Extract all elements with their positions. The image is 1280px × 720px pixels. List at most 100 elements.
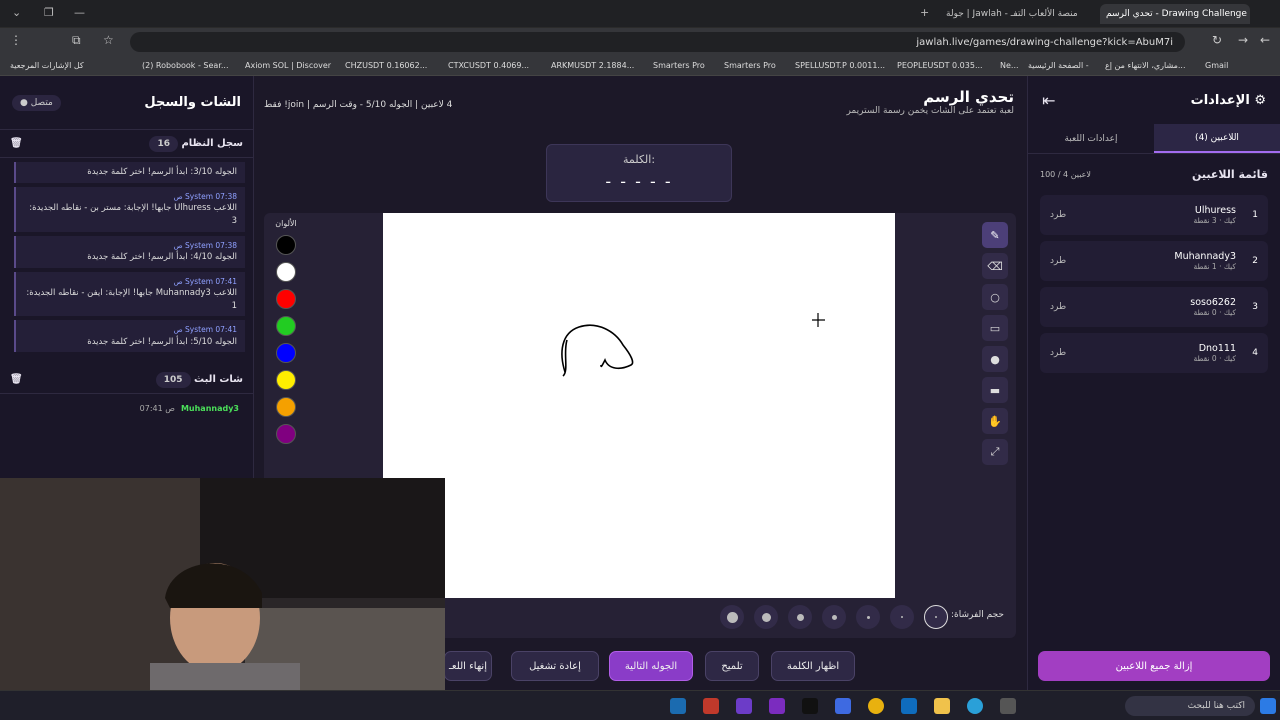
mail-icon[interactable] — [901, 698, 917, 714]
taskbar-search[interactable]: اكتب هنا للبحث — [1125, 696, 1255, 716]
app-icon[interactable] — [1000, 698, 1016, 714]
kick-button[interactable]: طرد — [1050, 210, 1066, 220]
trash-icon[interactable]: 🗑 — [10, 138, 23, 149]
app-icon[interactable] — [769, 698, 785, 714]
minimize-icon[interactable]: — — [74, 6, 85, 19]
address-bar-row: ⋮ ⧉ ☆ jawlah.live/games/drawing-challeng… — [0, 28, 1280, 56]
edge-icon[interactable] — [967, 698, 983, 714]
kick-button[interactable]: طرد — [1050, 348, 1066, 358]
color-swatch-black[interactable] — [276, 235, 296, 255]
bookmark[interactable]: PEOPLEUSDT 0.035... — [897, 61, 983, 70]
color-swatch-red[interactable] — [276, 289, 296, 309]
log-message: System 07:41 ص الجوله 5/10: ابدأ الرسم! ا… — [14, 320, 245, 353]
bookmark[interactable]: كل الإشارات المرجعية — [10, 61, 84, 70]
app-icon[interactable] — [835, 698, 851, 714]
restart-button[interactable]: إعادة تشغيل — [511, 651, 599, 681]
bookmark[interactable]: CTXCUSDT 0.4069... — [448, 61, 529, 70]
bookmark[interactable]: مشاري، الانتهاء من إع... — [1105, 61, 1186, 70]
game-title: تحدي الرسم — [923, 88, 1014, 106]
eraser-tool-icon[interactable]: ⌫ — [982, 253, 1008, 279]
color-swatch-green[interactable] — [276, 316, 296, 336]
forward-icon[interactable]: → — [1238, 33, 1248, 47]
game-subtitle: لعبة تعتمد على الشات يخمن رسمة الستريمر — [846, 106, 1014, 116]
line-tool-icon[interactable]: ⤢ — [982, 439, 1008, 465]
app-icon[interactable] — [736, 698, 752, 714]
fill-circle-tool-icon[interactable]: ● — [982, 346, 1008, 372]
explorer-icon[interactable] — [934, 698, 950, 714]
taskbar: اكتب هنا للبحث — [0, 690, 1280, 720]
brush-size-option[interactable] — [856, 605, 880, 629]
brush-size-option[interactable] — [822, 605, 846, 629]
new-tab-icon[interactable]: + — [920, 6, 929, 19]
brush-size-option-selected[interactable] — [924, 605, 948, 629]
bookmark[interactable]: Gmail — [1205, 61, 1228, 70]
next-round-button[interactable]: الجوله التالية — [609, 651, 693, 681]
color-swatch-orange[interactable] — [276, 397, 296, 417]
app-icon[interactable] — [703, 698, 719, 714]
brush-size-option[interactable] — [754, 605, 778, 629]
bookmark[interactable]: CHZUSDT 0.16062... — [345, 61, 427, 70]
word-box: الكلمة: - - - - - — [546, 144, 732, 202]
tab-players[interactable]: اللاعبين (4) — [1154, 124, 1280, 153]
bookmark[interactable]: الصفحة الرئيسية - — [1028, 61, 1089, 70]
syslog-title: سجل النظام — [181, 138, 243, 149]
tab-jawlah[interactable]: جولة | Jawlah - منصة الألعاب التفـ — [940, 4, 1095, 24]
tiktok-icon[interactable] — [802, 698, 818, 714]
rect-tool-icon[interactable]: ▭ — [982, 315, 1008, 341]
color-swatch-blue[interactable] — [276, 343, 296, 363]
brush-size-option[interactable] — [890, 605, 914, 629]
brush-size-option[interactable] — [788, 605, 812, 629]
collapse-panel-icon[interactable]: ⇤ — [1042, 91, 1055, 110]
bookmark[interactable]: ARKMUSDT 2.1884... — [551, 61, 634, 70]
remove-all-players-button[interactable]: إزالة جميع اللاعبين — [1038, 651, 1270, 681]
more-icon[interactable]: ⋮ — [10, 33, 22, 47]
word-blanks: - - - - - — [605, 172, 673, 191]
chat-message: 07:41 ص Muhannady3 — [139, 404, 239, 414]
drawing-canvas[interactable] — [383, 213, 895, 598]
log-message: System 07:41 ص اللاعب Muhannady3 جابها! ا… — [14, 271, 245, 317]
start-icon[interactable] — [1260, 698, 1276, 714]
sketch — [561, 313, 825, 377]
hint-button[interactable]: تلميح — [705, 651, 759, 681]
show-word-button[interactable]: اظهار الكلمة — [771, 651, 855, 681]
color-swatch-purple[interactable] — [276, 424, 296, 444]
kick-button[interactable]: طرد — [1050, 302, 1066, 312]
fill-rect-tool-icon[interactable]: ▬ — [982, 377, 1008, 403]
game-header: تحدي الرسم لعبة تعتمد على الشات يخمن رسم… — [846, 88, 1014, 116]
pencil-tool-icon[interactable]: ✎ — [982, 222, 1008, 248]
trash-icon[interactable]: 🗑 — [10, 374, 23, 385]
player-row: 1 Ulhuress كيك · 3 نقطة طرد — [1040, 195, 1268, 235]
chrome-icon[interactable] — [868, 698, 884, 714]
url-input[interactable]: jawlah.live/games/drawing-challenge?kick… — [130, 32, 1185, 52]
players-list-title: قائمة اللاعبين — [1192, 168, 1268, 181]
hand-tool-icon[interactable]: ✋ — [982, 408, 1008, 434]
brush-size-option[interactable] — [720, 605, 744, 629]
player-row: 3 soso6262 كيك · 0 نقطة طرد — [1040, 287, 1268, 327]
star-icon[interactable]: ☆ — [103, 33, 114, 47]
bookmark[interactable]: Smarters Pro — [653, 61, 705, 70]
circle-tool-icon[interactable]: ○ — [982, 284, 1008, 310]
bookmark[interactable]: (2) Robobook - Sear... — [142, 61, 229, 70]
players-count: 100 / 4 لاعبين — [1040, 170, 1091, 179]
tab-drawing-challenge[interactable]: تحدي الرسم - Drawing Challenge — [1100, 4, 1250, 24]
kick-button[interactable]: طرد — [1050, 256, 1066, 266]
bookmark[interactable]: Ne... — [1000, 61, 1019, 70]
extension-icon[interactable]: ⧉ — [72, 33, 81, 48]
reload-icon[interactable]: ↻ — [1212, 33, 1222, 47]
bookmark[interactable]: Axiom SOL | Discover — [245, 61, 331, 70]
restore-icon[interactable]: ❐ — [44, 6, 54, 19]
bookmark[interactable]: SPELLUSDT.P 0.0011... — [795, 61, 885, 70]
steam-icon[interactable] — [670, 698, 686, 714]
end-game-button[interactable]: إنهاء اللعـ — [444, 651, 492, 681]
webcam-overlay — [0, 478, 445, 720]
stream-count: 105 — [155, 372, 191, 389]
bookmark[interactable]: Smarters Pro — [724, 61, 776, 70]
back-icon[interactable]: ← — [1260, 33, 1270, 47]
window-menu-icon[interactable]: ⌄ — [12, 6, 21, 19]
tab-game-settings[interactable]: إعدادات اللعبة — [1028, 124, 1154, 153]
color-swatch-white[interactable] — [276, 262, 296, 282]
color-swatch-yellow[interactable] — [276, 370, 296, 390]
tool-bar: ✎ ⌫ ○ ▭ ● ▬ ✋ ⤢ — [980, 217, 1010, 465]
stream-chat-title: شات البث — [194, 374, 243, 386]
log-message: System 07:38 ص الجوله 4/10: ابدأ الرسم! ا… — [14, 235, 245, 268]
